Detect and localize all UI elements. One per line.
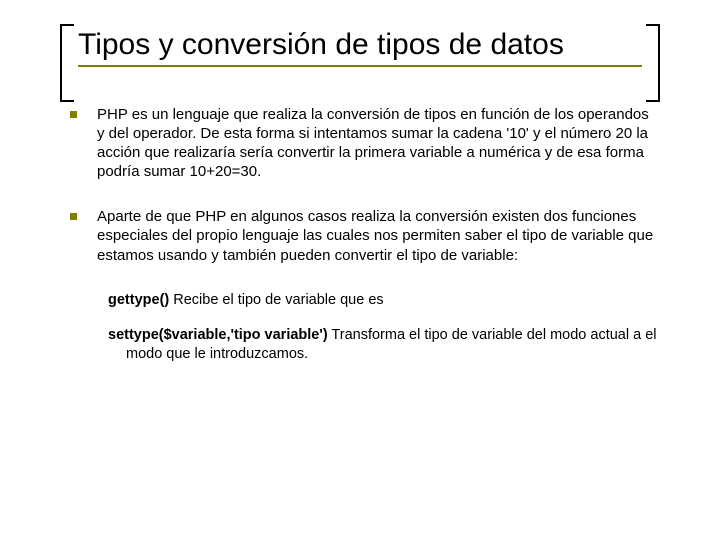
- list-item: Aparte de que PHP en algunos casos reali…: [70, 207, 660, 265]
- sub-list: gettype() Recibe el tipo de variable que…: [70, 291, 660, 364]
- sub-item: settype($variable,'tipo variable') Trans…: [108, 326, 660, 364]
- bracket-left-icon: [60, 24, 74, 102]
- title-underline: [78, 65, 642, 67]
- square-bullet-icon: [70, 111, 77, 118]
- function-desc: Recibe el tipo de variable que es: [169, 292, 383, 308]
- bullet-text: PHP es un lenguaje que realiza la conver…: [97, 105, 660, 182]
- square-bullet-icon: [70, 213, 77, 220]
- slide: Tipos y conversión de tipos de datos PHP…: [0, 0, 720, 540]
- bullet-text: Aparte de que PHP en algunos casos reali…: [97, 207, 660, 265]
- list-item: PHP es un lenguaje que realiza la conver…: [70, 105, 660, 182]
- sub-item: gettype() Recibe el tipo de variable que…: [108, 291, 660, 310]
- body-content: PHP es un lenguaje que realiza la conver…: [60, 105, 660, 364]
- function-name: settype($variable,'tipo variable'): [108, 327, 328, 343]
- title-block: Tipos y conversión de tipos de datos: [60, 28, 660, 65]
- page-title: Tipos y conversión de tipos de datos: [60, 28, 582, 65]
- function-name: gettype(): [108, 292, 169, 308]
- bracket-right-icon: [646, 24, 660, 102]
